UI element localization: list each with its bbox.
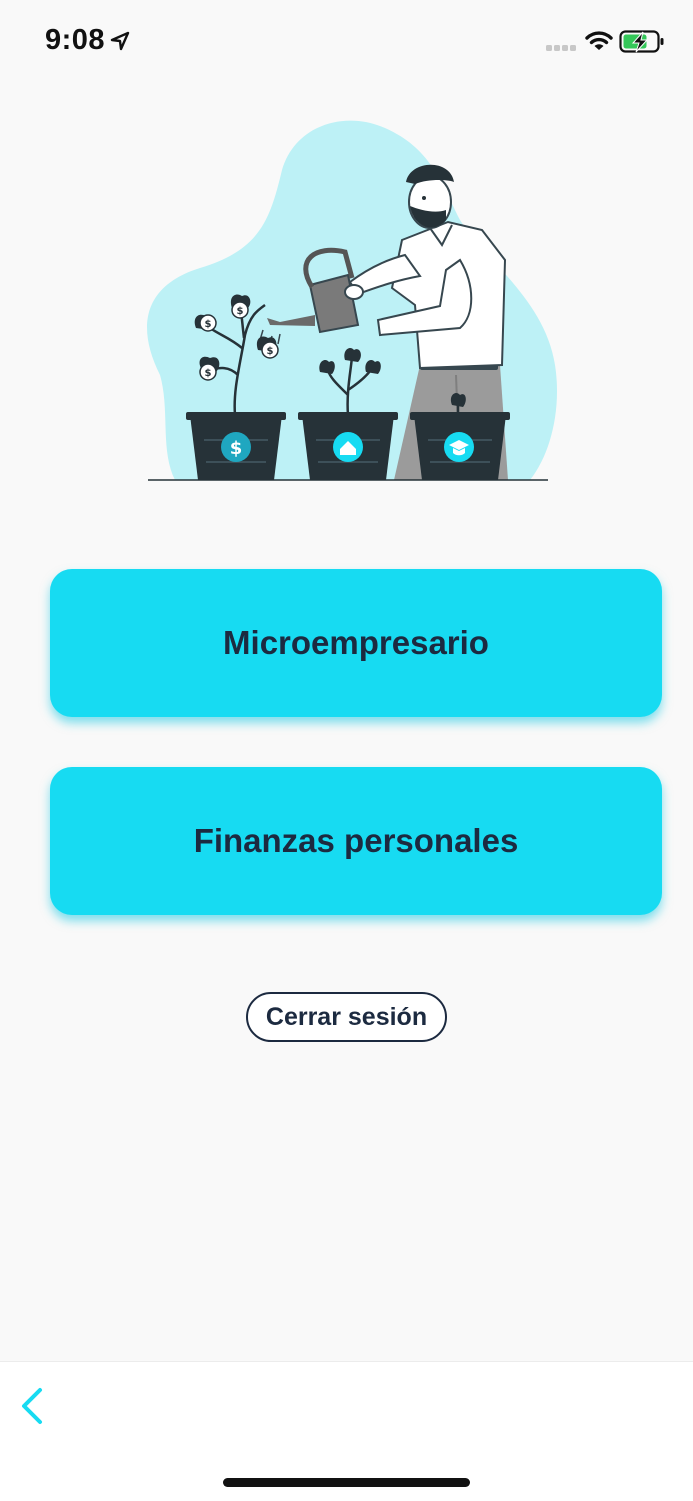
- wifi-icon: [585, 31, 613, 50]
- svg-text:$: $: [205, 368, 212, 379]
- status-bar: 9:08: [0, 0, 693, 84]
- svg-text:$: $: [237, 306, 244, 317]
- svg-text:$: $: [267, 346, 274, 357]
- chevron-left-icon[interactable]: [14, 1384, 54, 1428]
- svg-text:$: $: [205, 319, 212, 330]
- man-watering-plant-pots-icon: $ $ $ $ $: [147, 120, 558, 481]
- finanzas-personales-button[interactable]: Finanzas personales: [50, 767, 662, 915]
- svg-text:$: $: [230, 438, 243, 459]
- logout-button[interactable]: Cerrar sesión: [246, 992, 447, 1042]
- battery-charging-icon: [619, 30, 664, 53]
- cellular-signal-icon: [546, 45, 576, 51]
- status-time: 9:08: [45, 24, 106, 56]
- location-arrow-icon: [110, 31, 130, 51]
- home-indicator: [223, 1478, 470, 1487]
- microempresario-button[interactable]: Microempresario: [50, 569, 662, 717]
- bottom-toolbar: [0, 1361, 693, 1501]
